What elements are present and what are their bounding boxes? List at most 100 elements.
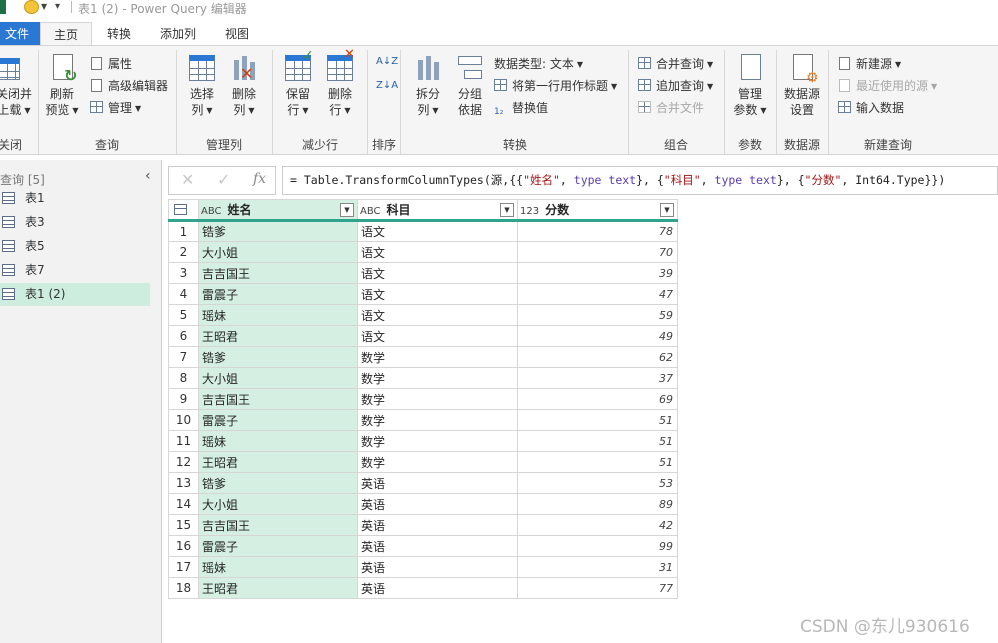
tab-home[interactable]: 主页 (40, 22, 92, 46)
formula-input[interactable]: = Table.TransformColumnTypes(源,{{"姓名", t… (282, 166, 998, 195)
sort-descending-button[interactable]: Z↓A (376, 76, 398, 96)
row-number[interactable]: 9 (168, 388, 199, 410)
tab-add-column[interactable]: 添加列 (152, 22, 204, 46)
cell-name[interactable]: 大小姐 (198, 493, 358, 515)
data-source-settings-button[interactable]: ⚙ 数据源 设置 (780, 52, 824, 118)
row-number[interactable]: 3 (168, 262, 199, 284)
fx-icon[interactable]: fx (253, 171, 266, 187)
cell-score[interactable]: 59 (517, 304, 678, 326)
cell-subject[interactable]: 英语 (357, 577, 518, 599)
cell-name[interactable]: 锆爹 (198, 472, 358, 494)
text-type-icon[interactable]: ABC (360, 206, 381, 217)
column-header-score[interactable]: 123 分数 ▼ (517, 199, 678, 222)
row-number[interactable]: 18 (168, 577, 199, 599)
row-number[interactable]: 15 (168, 514, 199, 536)
cell-name[interactable]: 吉吉国王 (198, 514, 358, 536)
combine-files-button[interactable]: 合并文件 (638, 98, 704, 118)
row-number[interactable]: 8 (168, 367, 199, 389)
cell-score[interactable]: 39 (517, 262, 678, 284)
cell-name[interactable]: 大小姐 (198, 241, 358, 263)
cell-score[interactable]: 42 (517, 514, 678, 536)
recent-sources-button[interactable]: 最近使用的源 ▼ (838, 76, 937, 96)
close-and-load-button[interactable]: 关闭并 上载 ▼ (0, 52, 36, 119)
cell-score[interactable]: 37 (517, 367, 678, 389)
row-number[interactable]: 1 (168, 220, 199, 242)
column-header-subject[interactable]: ABC 科目 ▼ (357, 199, 518, 222)
choose-columns-button[interactable]: 选择 列 ▼ (180, 52, 224, 119)
cell-subject[interactable]: 语文 (357, 304, 518, 326)
row-number[interactable]: 11 (168, 430, 199, 452)
cell-subject[interactable]: 数学 (357, 388, 518, 410)
row-number[interactable]: 12 (168, 451, 199, 473)
row-number[interactable]: 4 (168, 283, 199, 305)
table-menu-corner[interactable] (168, 199, 199, 222)
remove-columns-button[interactable]: ✕ 删除 列 ▼ (222, 52, 266, 119)
row-number[interactable]: 5 (168, 304, 199, 326)
filter-dropdown-icon[interactable]: ▼ (660, 203, 674, 217)
cell-name[interactable]: 瑶妹 (198, 556, 358, 578)
cell-name[interactable]: 锆爹 (198, 346, 358, 368)
cell-name[interactable]: 雷震子 (198, 409, 358, 431)
column-header-name[interactable]: ABC 姓名 ▼ (198, 199, 358, 222)
cell-score[interactable]: 47 (517, 283, 678, 305)
merge-queries-button[interactable]: 合并查询 ▼ (638, 54, 713, 74)
keep-rows-button[interactable]: ✓ 保留 行 ▼ (276, 48, 320, 119)
row-number[interactable]: 6 (168, 325, 199, 347)
cell-score[interactable]: 78 (517, 220, 678, 242)
row-number[interactable]: 14 (168, 493, 199, 515)
smiley-dropdown-icon[interactable]: ▼ (41, 2, 47, 11)
split-column-button[interactable]: 拆分 列 ▼ (406, 52, 450, 119)
number-type-icon[interactable]: 123 (520, 206, 539, 217)
remove-rows-button[interactable]: ✕ 删除 行 ▼ (318, 47, 362, 119)
refresh-preview-button[interactable]: ↻ 刷新 预览 ▼ (40, 52, 84, 119)
cell-subject[interactable]: 英语 (357, 535, 518, 557)
confirm-formula-icon[interactable]: ✓ (217, 170, 230, 189)
cell-name[interactable]: 瑶妹 (198, 304, 358, 326)
new-source-button[interactable]: 新建源 ▼ (838, 54, 901, 74)
use-first-row-as-headers-button[interactable]: 将第一行用作标题 ▼ (494, 76, 617, 96)
cell-subject[interactable]: 语文 (357, 241, 518, 263)
cell-subject[interactable]: 语文 (357, 325, 518, 347)
cell-score[interactable]: 51 (517, 409, 678, 431)
filter-dropdown-icon[interactable]: ▼ (500, 203, 514, 217)
query-item[interactable]: 表5 (0, 235, 150, 258)
text-type-icon[interactable]: ABC (201, 206, 222, 217)
filter-dropdown-icon[interactable]: ▼ (340, 203, 354, 217)
group-by-button[interactable]: 分组 依据 (448, 52, 492, 118)
enter-data-button[interactable]: 输入数据 (838, 98, 904, 118)
manage-query-button[interactable]: 管理 ▼ (90, 98, 141, 118)
query-item[interactable]: 表1 (0, 187, 150, 210)
query-item[interactable]: 表7 (0, 259, 150, 282)
query-item[interactable]: 表3 (0, 211, 150, 234)
tab-view[interactable]: 视图 (216, 22, 258, 46)
row-number[interactable]: 13 (168, 472, 199, 494)
data-type-dropdown[interactable]: 数据类型: 文本 ▼ (494, 54, 583, 74)
cell-subject[interactable]: 英语 (357, 472, 518, 494)
cancel-formula-icon[interactable]: ✕ (181, 170, 194, 189)
row-number[interactable]: 2 (168, 241, 199, 263)
cell-subject[interactable]: 数学 (357, 367, 518, 389)
queries-header[interactable]: 查询 [5] (0, 171, 45, 188)
cell-name[interactable]: 雷震子 (198, 283, 358, 305)
cell-score[interactable]: 53 (517, 472, 678, 494)
cell-name[interactable]: 王昭君 (198, 577, 358, 599)
cell-subject[interactable]: 英语 (357, 514, 518, 536)
cell-subject[interactable]: 英语 (357, 493, 518, 515)
row-number[interactable]: 10 (168, 409, 199, 431)
cell-subject[interactable]: 英语 (357, 556, 518, 578)
cell-subject[interactable]: 数学 (357, 451, 518, 473)
cell-score[interactable]: 70 (517, 241, 678, 263)
tab-transform[interactable]: 转换 (98, 22, 140, 46)
advanced-editor-button[interactable]: 高级编辑器 (90, 76, 168, 96)
cell-name[interactable]: 王昭君 (198, 325, 358, 347)
cell-score[interactable]: 89 (517, 493, 678, 515)
cell-name[interactable]: 吉吉国王 (198, 262, 358, 284)
cell-subject[interactable]: 数学 (357, 346, 518, 368)
cell-score[interactable]: 99 (517, 535, 678, 557)
tab-file[interactable]: 文件 (0, 22, 40, 46)
row-number[interactable]: 16 (168, 535, 199, 557)
cell-score[interactable]: 31 (517, 556, 678, 578)
cell-subject[interactable]: 语文 (357, 283, 518, 305)
query-item-selected[interactable]: 表1 (2) (0, 283, 150, 306)
cell-score[interactable]: 69 (517, 388, 678, 410)
